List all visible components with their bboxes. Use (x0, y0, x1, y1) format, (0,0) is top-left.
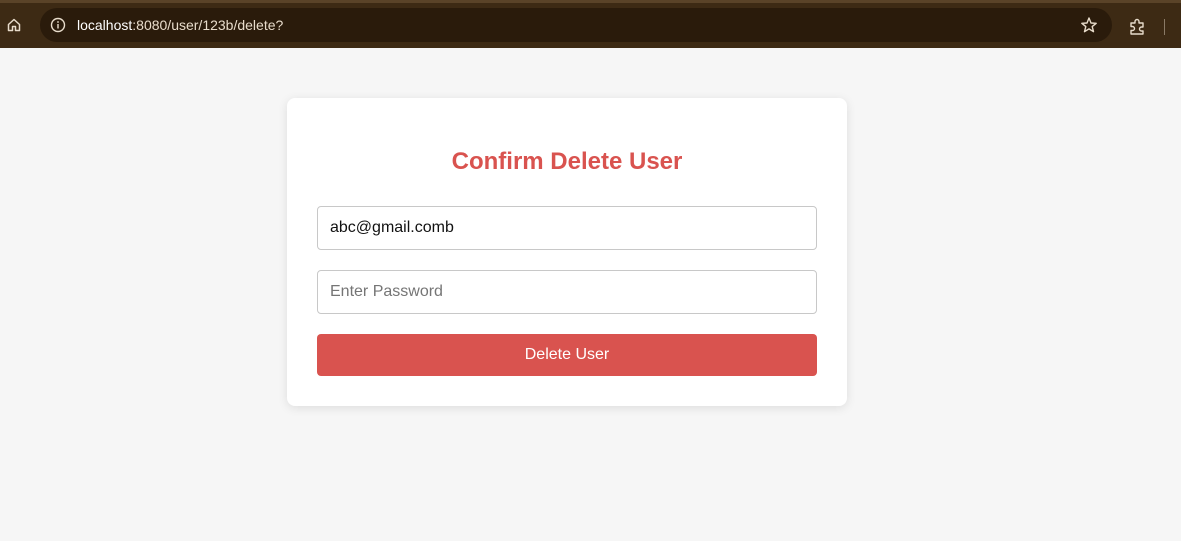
info-icon[interactable] (50, 17, 66, 33)
delete-user-button[interactable]: Delete User (317, 334, 817, 376)
toolbar-divider (1164, 19, 1165, 35)
url-text: localhost:8080/user/123b/delete? (77, 8, 283, 42)
address-bar[interactable]: localhost:8080/user/123b/delete? (40, 8, 1112, 42)
browser-toolbar: localhost:8080/user/123b/delete? (0, 0, 1181, 48)
star-icon[interactable] (1080, 16, 1098, 34)
email-field[interactable] (317, 206, 817, 250)
page-title: Confirm Delete User (451, 148, 683, 175)
extensions-icon[interactable] (1128, 17, 1148, 37)
password-field[interactable] (317, 270, 817, 314)
url-path: :8080/user/123b/delete? (132, 17, 284, 33)
delete-user-card: Confirm Delete User Delete User (287, 98, 847, 406)
home-icon[interactable] (4, 15, 24, 35)
url-host: localhost (77, 17, 133, 33)
